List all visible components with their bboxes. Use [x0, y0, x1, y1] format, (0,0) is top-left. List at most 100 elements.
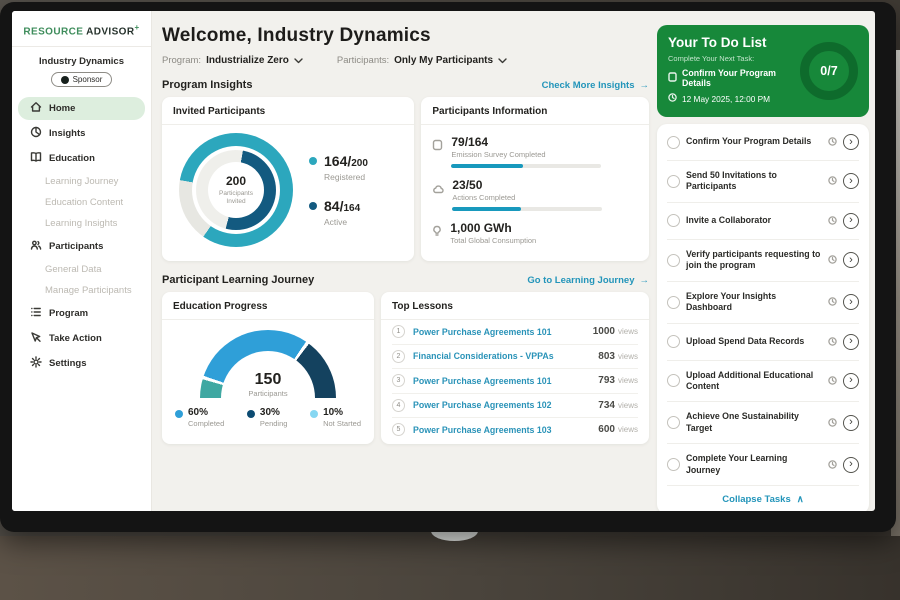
check-more-insights-link[interactable]: Check More Insights → — [542, 80, 649, 91]
gear-icon — [30, 356, 42, 371]
task-label[interactable]: Confirm Your Program Details — [686, 136, 822, 147]
emission-survey-stat: 79/164 Emission Survey Completed — [432, 135, 638, 168]
sidebar-item-insights[interactable]: Insights — [18, 122, 145, 145]
legend-dot — [175, 410, 183, 418]
chevron-down-icon — [294, 58, 303, 64]
education-progress-gauge-chart: 150 Participants — [200, 330, 336, 398]
task-open-button[interactable]: › — [843, 294, 859, 310]
todo-column: Your To Do List Complete Your Next Task:… — [657, 11, 869, 511]
legend-pending: 30% Pending — [247, 407, 288, 428]
lesson-link[interactable]: Power Purchase Agreements 101 — [413, 327, 593, 337]
task-row: Send 50 Invitations to Participants › — [667, 161, 859, 203]
legend-dot — [310, 410, 318, 418]
lesson-link[interactable]: Power Purchase Agreements 101 — [413, 376, 598, 386]
task-checkbox[interactable] — [667, 335, 680, 348]
sponsor-badge-label: Sponsor — [73, 75, 103, 84]
task-label[interactable]: Achieve One Sustainability Target — [686, 411, 822, 434]
task-row: Achieve One Sustainability Target › — [667, 402, 859, 444]
task-open-button[interactable]: › — [843, 134, 859, 150]
task-row: Verify participants requesting to join t… — [667, 240, 859, 282]
link-label: Go to Learning Journey — [527, 275, 634, 286]
task-label[interactable]: Invite a Collaborator — [686, 215, 822, 226]
program-insights-title: Program Insights — [162, 79, 252, 91]
chevron-right-icon: › — [849, 215, 853, 226]
go-to-learning-journey-link[interactable]: Go to Learning Journey → — [527, 275, 649, 286]
sidebar-item-settings[interactable]: Settings — [18, 352, 145, 375]
clock-icon — [828, 333, 837, 351]
task-label[interactable]: Send 50 Invitations to Participants — [686, 170, 822, 193]
sidebar-item-program[interactable]: Program — [18, 302, 145, 325]
card-title: Invited Participants — [162, 106, 414, 125]
page-title: Welcome, Industry Dynamics — [162, 25, 649, 47]
clipboard-icon — [432, 138, 443, 156]
task-open-button[interactable]: › — [843, 213, 859, 229]
task-open-button[interactable]: › — [843, 457, 859, 473]
task-row: Complete Your Learning Journey › — [667, 444, 859, 486]
gauge-center-value: 150 — [200, 371, 336, 389]
lesson-link[interactable]: Power Purchase Agreements 103 — [413, 425, 598, 435]
task-label[interactable]: Explore Your Insights Dashboard — [686, 291, 822, 314]
education-progress-card: Education Progress 150 Participants — [162, 292, 374, 444]
chevron-right-icon: › — [849, 137, 853, 148]
sidebar-item-label: Manage Participants — [45, 285, 132, 296]
sidebar-item-label: Insights — [49, 128, 85, 139]
task-open-button[interactable]: › — [843, 334, 859, 350]
sidebar-item-education[interactable]: Education — [18, 147, 145, 170]
clock-icon — [828, 251, 837, 269]
legend-registered: 164/200 Registered — [309, 153, 368, 182]
sidebar-item-learning-insights[interactable]: Learning Insights — [18, 214, 145, 233]
task-label[interactable]: Upload Spend Data Records — [686, 336, 822, 347]
task-checkbox[interactable] — [667, 214, 680, 227]
task-open-button[interactable]: › — [843, 173, 859, 189]
actions-completed-progress-bar — [452, 207, 602, 211]
collapse-tasks-link[interactable]: Collapse Tasks ∧ — [667, 486, 859, 511]
collapse-label: Collapse Tasks — [722, 494, 790, 505]
task-checkbox[interactable] — [667, 458, 680, 471]
sidebar-item-home[interactable]: Home — [18, 97, 145, 120]
task-checkbox[interactable] — [667, 136, 680, 149]
sidebar-item-learning-journey[interactable]: Learning Journey — [18, 172, 145, 191]
task-open-button[interactable]: › — [843, 373, 859, 389]
lesson-link[interactable]: Financial Considerations - VPPAs — [413, 351, 598, 361]
task-checkbox[interactable] — [667, 296, 680, 309]
participants-filter-label: Participants: — [337, 55, 389, 66]
task-label[interactable]: Verify participants requesting to join t… — [686, 249, 822, 272]
task-row: Upload Additional Educational Content › — [667, 361, 859, 403]
task-open-button[interactable]: › — [843, 415, 859, 431]
task-checkbox[interactable] — [667, 254, 680, 267]
sidebar-item-take-action[interactable]: Take Action — [18, 327, 145, 350]
sidebar-item-manage-participants[interactable]: Manage Participants — [18, 281, 145, 300]
sidebar-item-education-content[interactable]: Education Content — [18, 193, 145, 212]
emission-survey-progress-bar — [451, 164, 601, 168]
task-row: Invite a Collaborator › — [667, 203, 859, 240]
chevron-up-icon: ∧ — [797, 494, 804, 505]
invited-participants-card: Invited Participants 200 Participants In… — [162, 97, 414, 261]
gauge-center-label: Participants — [200, 389, 336, 398]
lesson-link[interactable]: Power Purchase Agreements 102 — [413, 400, 598, 410]
sponsor-badge[interactable]: Sponsor — [51, 72, 113, 87]
task-label[interactable]: Upload Additional Educational Content — [686, 370, 822, 393]
consumption-stat: 1,000 GWh Total Global Consumption — [432, 221, 638, 245]
lesson-rank: 3 — [392, 374, 405, 387]
task-checkbox[interactable] — [667, 175, 680, 188]
sidebar-item-general-data[interactable]: General Data — [18, 260, 145, 279]
chevron-right-icon: › — [849, 297, 853, 308]
program-filter-value: Industrialize Zero — [206, 55, 289, 66]
pie-chart-icon — [30, 126, 42, 141]
arrow-right-icon: → — [640, 275, 650, 286]
filters-row: Program: Industrialize Zero Participants… — [162, 55, 649, 66]
participants-filter-dropdown[interactable]: Participants: Only My Participants — [337, 55, 507, 66]
sidebar-item-label: Education — [49, 153, 95, 164]
legend-completed: 60% Completed — [175, 407, 224, 428]
sidebar-item-participants[interactable]: Participants — [18, 235, 145, 258]
task-checkbox[interactable] — [667, 374, 680, 387]
task-open-button[interactable]: › — [843, 252, 859, 268]
card-title: Education Progress — [162, 301, 374, 320]
lightbulb-icon — [432, 224, 442, 242]
program-filter-dropdown[interactable]: Program: Industrialize Zero — [162, 55, 303, 66]
clock-icon — [828, 372, 837, 390]
task-checkbox[interactable] — [667, 416, 680, 429]
content-area: Welcome, Industry Dynamics Program: Indu… — [152, 11, 875, 511]
task-label[interactable]: Complete Your Learning Journey — [686, 453, 822, 476]
sidebar-item-label: Participants — [49, 241, 103, 252]
